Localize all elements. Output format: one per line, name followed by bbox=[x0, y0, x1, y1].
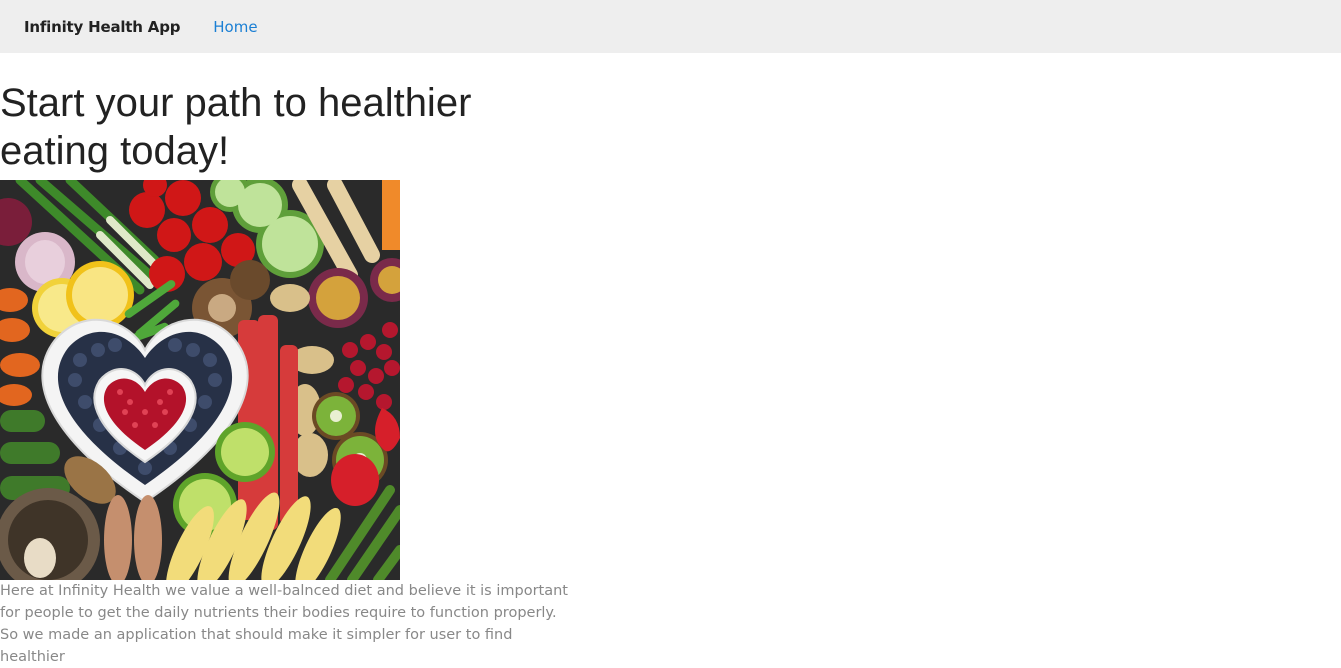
hero-image bbox=[0, 180, 400, 580]
page-title: Start your path to healthier eating toda… bbox=[0, 81, 472, 173]
intro-paragraph: Here at Infinity Health we value a well-… bbox=[0, 583, 568, 665]
nav-link-home[interactable]: Home bbox=[213, 18, 257, 36]
navbar: Infinity Health App Home bbox=[0, 0, 1341, 53]
brand-link[interactable]: Infinity Health App bbox=[24, 18, 180, 36]
main-content: Start your path to healthier eating toda… bbox=[0, 79, 1341, 668]
